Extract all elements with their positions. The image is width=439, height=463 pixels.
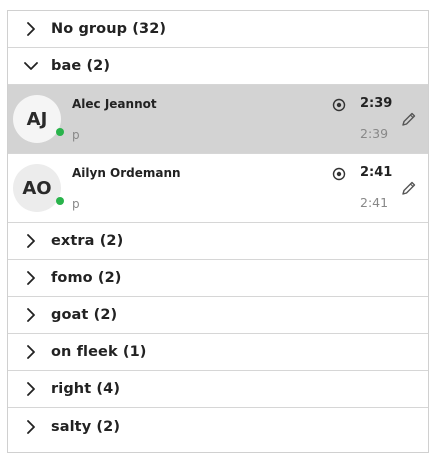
location-pin-icon (332, 166, 346, 181)
chevron-right-icon (24, 22, 38, 36)
group-label: on fleek (1) (51, 344, 147, 360)
chevron-right-icon (24, 419, 38, 434)
avatar: AO (13, 164, 61, 212)
member-subtitle: p (72, 197, 80, 211)
group-list-panel: No group (32) bae (2) AJ Alec Jeannot p … (7, 10, 429, 453)
group-row-bae[interactable]: bae (2) (8, 48, 428, 85)
pencil-icon[interactable] (400, 180, 417, 197)
group-row-goat[interactable]: goat (2) (8, 297, 428, 334)
chevron-right-icon (24, 234, 38, 248)
group-row-right[interactable]: right (4) (8, 371, 428, 408)
member-time: 2:39 (360, 96, 393, 111)
online-status-dot (56, 128, 64, 136)
group-row-extra[interactable]: extra (2) (8, 223, 428, 260)
pencil-icon[interactable] (400, 111, 417, 128)
member-subtitle: p (72, 128, 80, 142)
chevron-right-icon (24, 345, 38, 359)
member-name: Ailyn Ordemann (72, 166, 181, 180)
member-row-alec-jeannot[interactable]: AJ Alec Jeannot p 2:39 2:39 (8, 85, 428, 154)
chevron-down-icon (24, 59, 38, 73)
group-label: salty (2) (51, 418, 121, 435)
avatar: AJ (13, 95, 61, 143)
group-label: extra (2) (51, 233, 124, 249)
chevron-right-icon (24, 308, 38, 322)
member-time-secondary: 2:41 (360, 195, 389, 210)
group-label: goat (2) (51, 307, 118, 323)
group-row-fomo[interactable]: fomo (2) (8, 260, 428, 297)
member-time-secondary: 2:39 (360, 126, 389, 141)
group-label: fomo (2) (51, 270, 122, 286)
member-row-ailyn-ordemann[interactable]: AO Ailyn Ordemann p 2:41 2:41 (8, 154, 428, 223)
member-time: 2:41 (360, 165, 393, 180)
chevron-right-icon (24, 271, 38, 285)
member-name: Alec Jeannot (72, 97, 157, 111)
group-label: bae (2) (51, 58, 111, 74)
group-label: No group (32) (51, 21, 167, 37)
chevron-right-icon (24, 382, 38, 396)
online-status-dot (56, 197, 64, 205)
group-row-salty[interactable]: salty (2) (8, 408, 428, 445)
group-row-no-group[interactable]: No group (32) (8, 11, 428, 48)
group-row-on-fleek[interactable]: on fleek (1) (8, 334, 428, 371)
group-label: right (4) (51, 381, 121, 397)
location-pin-icon (332, 97, 346, 112)
